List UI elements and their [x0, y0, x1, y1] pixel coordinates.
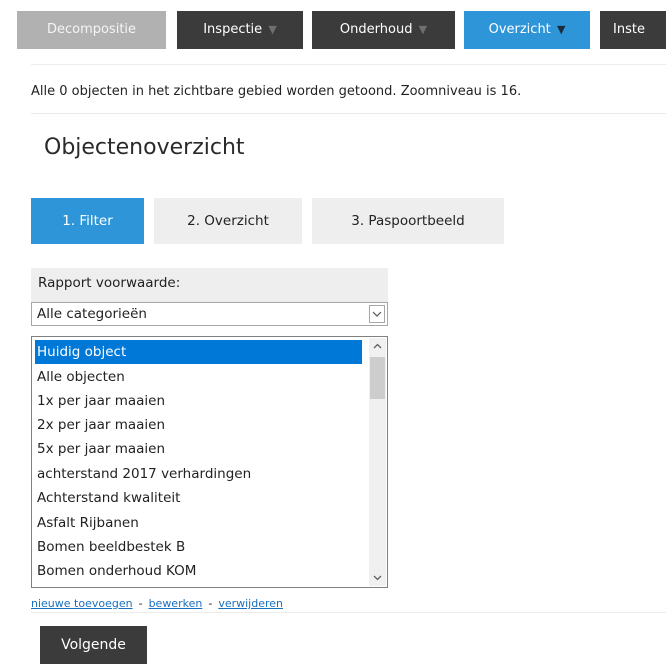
menu-inspectie[interactable]: Inspectie ▼ — [177, 11, 303, 49]
list-item[interactable]: Bomen beeldbestek B — [35, 535, 362, 559]
next-button[interactable]: Volgende — [40, 626, 147, 664]
scroll-thumb[interactable] — [370, 357, 385, 399]
list-item[interactable]: Alle objecten — [35, 365, 362, 389]
list-item[interactable]: 2x per jaar maaien — [35, 413, 362, 437]
list-item[interactable]: 5x per jaar maaien — [35, 437, 362, 461]
report-condition-label: Rapport voorwaarde: — [38, 275, 181, 291]
divider — [31, 612, 666, 613]
add-new-link[interactable]: nieuwe toevoegen — [31, 597, 133, 610]
link-separator: - — [208, 597, 213, 610]
page-title: Objectenoverzicht — [44, 135, 245, 160]
list-item[interactable]: 1x per jaar maaien — [35, 389, 362, 413]
dropdown-arrow-icon: ▼ — [268, 23, 277, 36]
menu-decompositie[interactable]: Decompositie — [17, 11, 166, 49]
tab-overzicht[interactable]: 2. Overzicht — [154, 198, 302, 244]
dropdown-arrow-icon: ▼ — [556, 23, 566, 36]
delete-link[interactable]: verwijderen — [218, 597, 283, 610]
list-item[interactable]: Achterstand kwaliteit — [35, 486, 362, 510]
report-list[interactable]: Huidig object Alle objecten 1x per jaar … — [31, 336, 388, 588]
dropdown-arrow-icon: ▼ — [418, 23, 428, 36]
tab-paspoortbeeld[interactable]: 3. Paspoortbeeld — [312, 198, 504, 244]
list-scrollbar[interactable] — [369, 338, 386, 586]
list-item[interactable]: Huidig object — [35, 340, 362, 364]
menu-onderhoud[interactable]: Onderhoud ▼ — [312, 11, 455, 49]
menu-onderhoud-label: Onderhoud — [339, 22, 413, 37]
list-item[interactable]: Asfalt Rijbanen — [35, 511, 362, 535]
menu-instellingen-label: Inste — [613, 22, 645, 37]
menu-overzicht[interactable]: Overzicht ▼ — [464, 11, 590, 49]
top-menu-bar: Decompositie Inspectie ▼ Onderhoud ▼ Ove… — [0, 0, 666, 50]
chevron-down-icon[interactable] — [369, 305, 385, 323]
menu-instellingen[interactable]: Inste — [600, 11, 666, 49]
list-item[interactable]: Bomen onderhoud KOM — [35, 559, 362, 583]
menu-overzicht-label: Overzicht — [488, 22, 551, 37]
scroll-down-icon[interactable] — [369, 569, 386, 586]
report-actions: nieuwe toevoegen - bewerken - verwijderen — [31, 597, 283, 610]
divider — [31, 64, 666, 65]
category-select[interactable]: Alle categorieën — [31, 302, 388, 326]
menu-decompositie-label: Decompositie — [46, 22, 137, 37]
link-separator: - — [138, 597, 143, 610]
list-item[interactable]: achterstand 2017 verhardingen — [35, 462, 362, 486]
edit-link[interactable]: bewerken — [149, 597, 203, 610]
status-message: Alle 0 objecten in het zichtbare gebied … — [31, 70, 666, 114]
scroll-up-icon[interactable] — [369, 338, 386, 355]
category-select-value: Alle categorieën — [37, 306, 147, 322]
menu-inspectie-label: Inspectie — [203, 22, 263, 37]
tab-filter[interactable]: 1. Filter — [31, 198, 144, 244]
